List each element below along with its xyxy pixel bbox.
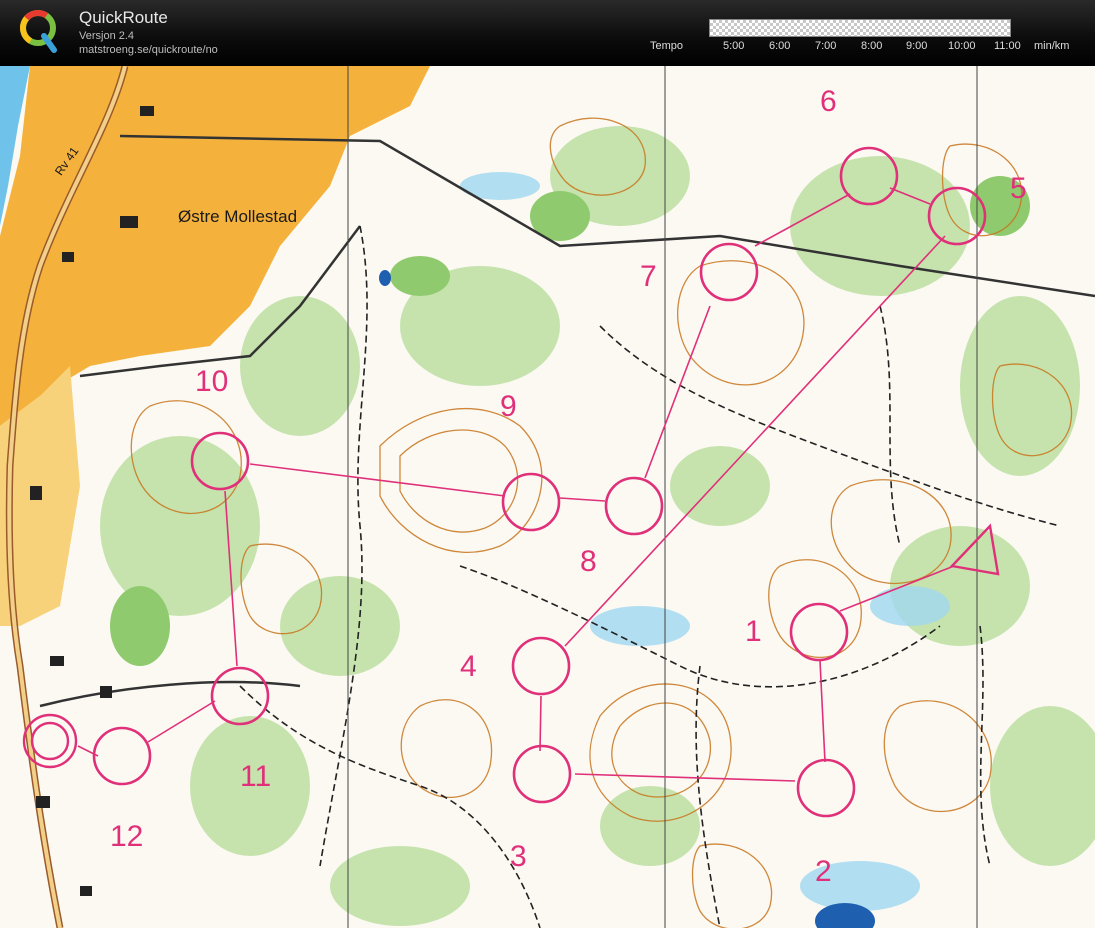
control-circle-7[interactable] [699, 242, 759, 302]
control-circle-8[interactable] [604, 476, 664, 536]
tempo-tick: 9:00 [906, 40, 928, 52]
header-bar: QuickRoute Versjon 2.4 matstroeng.se/qui… [0, 0, 1095, 66]
control-number: 9 [500, 390, 517, 423]
small-pond [379, 270, 391, 286]
control-number: 12 [110, 820, 143, 853]
control-number: 4 [460, 650, 477, 683]
place-name-label: Østre Mollestad [178, 207, 298, 226]
tempo-label: Tempo [650, 40, 684, 52]
tempo-tick: 5:00 [723, 40, 745, 52]
control-circle-4[interactable] [511, 636, 571, 696]
tempo-tick: 10:00 [948, 40, 976, 52]
control-number: 10 [195, 365, 228, 398]
control-number: 2 [815, 855, 832, 888]
tempo-unit: min/km [1034, 40, 1070, 52]
quickroute-logo-icon [19, 10, 57, 53]
app-title: QuickRoute [79, 8, 168, 27]
control-number: 7 [640, 260, 657, 293]
tempo-tick: 7:00 [815, 40, 837, 52]
tempo-tick: 6:00 [769, 40, 791, 52]
control-circle-3[interactable] [512, 744, 572, 804]
control-number: 1 [745, 615, 762, 648]
control-number: 3 [510, 840, 527, 873]
orienteering-map[interactable]: 1 2 3 4 5 6 7 8 9 10 11 12 Østre Mollest… [0, 66, 1095, 928]
control-circle-11[interactable] [210, 666, 270, 726]
control-circle-12[interactable] [92, 726, 152, 786]
control-circle-9[interactable] [501, 472, 561, 532]
tempo-tick: 8:00 [861, 40, 883, 52]
tempo-tick: 11:00 [994, 40, 1021, 52]
control-number: 11 [240, 760, 271, 793]
finish-circle[interactable] [22, 713, 78, 769]
tempo-color-scale [709, 19, 1011, 37]
map-canvas[interactable]: 1 2 3 4 5 6 7 8 9 10 11 12 [0, 66, 1095, 928]
control-number: 5 [1010, 172, 1027, 205]
control-number: 6 [820, 85, 837, 118]
control-circle-2[interactable] [796, 758, 856, 818]
control-number: 8 [580, 545, 597, 578]
app-version: Versjon 2.4 [79, 30, 135, 42]
app-url[interactable]: matstroeng.se/quickroute/no [79, 44, 218, 56]
control-circle-1[interactable] [789, 602, 849, 662]
